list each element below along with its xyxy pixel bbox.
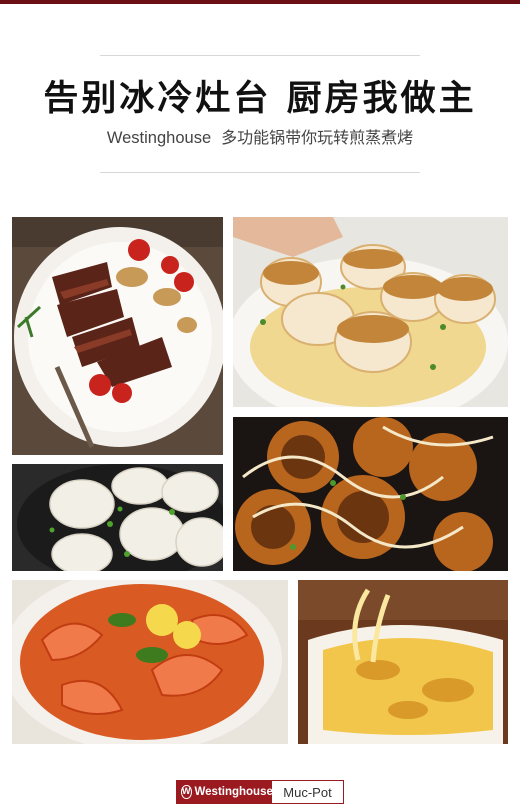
cheese-gratin-photo [298,580,508,744]
top-accent-bar [0,0,520,4]
brand-logo-left: W Westinghouse [177,781,273,803]
header-top-divider [100,55,420,56]
shrimp-soup-photo [12,580,288,744]
subtitle-text: 多功能锅带你玩转煎蒸煮烤 [221,128,414,147]
takoyaki-photo [233,417,508,571]
dumplings-pot-photo [12,464,223,571]
page-title: 告别冰冷灶台 厨房我做主 [43,79,477,119]
page-subtitle: Westinghouse 多功能锅带你玩转煎蒸煮烤 [0,124,520,148]
header-bottom-divider [100,172,420,173]
brand-logo-product: Muc-Pot [272,781,343,803]
brand-logo: W Westinghouse Muc-Pot [176,780,344,804]
brand-logo-name: Westinghouse [194,786,273,798]
scallops-bowl-photo [233,217,508,407]
subtitle-brand: Westinghouse [106,129,212,147]
steak-plate-photo [12,217,223,455]
westinghouse-mark-icon: W [181,785,192,799]
